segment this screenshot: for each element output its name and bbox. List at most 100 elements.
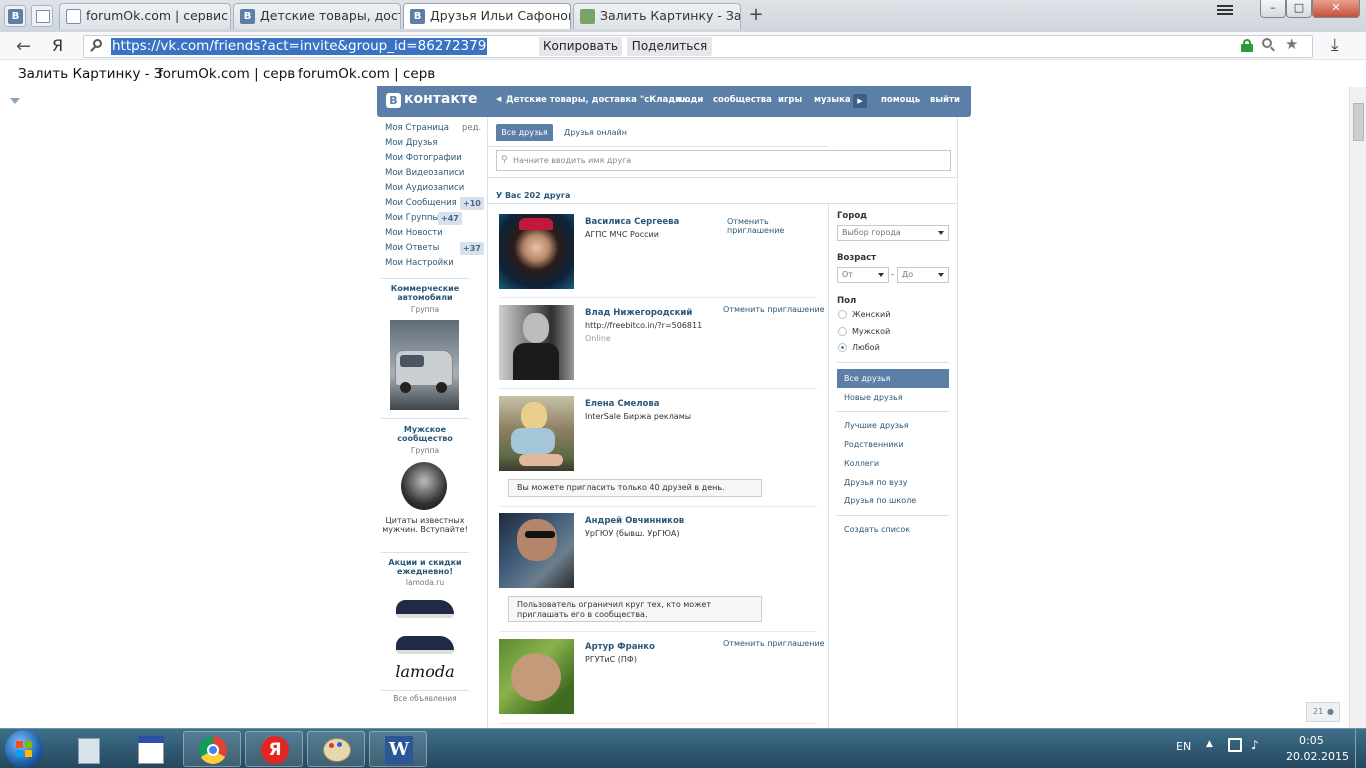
network-icon[interactable]	[1228, 738, 1242, 752]
bookmark-zalit[interactable]: Залить Картинку - З	[18, 66, 163, 82]
filter-school[interactable]: Друзья по школе	[844, 496, 916, 505]
tab-friends-online[interactable]: Друзья онлайн	[564, 128, 627, 137]
clock-time[interactable]: 0:05	[1299, 734, 1324, 747]
friend-name[interactable]: Василиса Сергеева	[585, 217, 679, 227]
tab-forumok[interactable]: forumOk.com | сервис	[59, 3, 231, 29]
ad-title-men[interactable]: Мужское сообщество	[380, 425, 470, 443]
nav-group-link[interactable]: Детские товары, доставка "сКлади...	[506, 95, 691, 105]
language-indicator[interactable]: EN	[1176, 740, 1191, 753]
nav-music[interactable]: музыка	[814, 95, 851, 105]
scrollbar-thumb[interactable]	[1353, 103, 1364, 141]
age-to-select[interactable]: До	[897, 267, 949, 283]
nav-forward-icon[interactable]: ▶	[853, 94, 867, 108]
zoom-icon[interactable]	[1262, 38, 1276, 52]
yandex-icon[interactable]: Я	[245, 731, 303, 767]
vk-logo-text[interactable]: контакте	[404, 91, 477, 107]
notepad-icon[interactable]	[121, 731, 179, 767]
nav-people[interactable]: люди	[676, 95, 703, 105]
new-tab-button[interactable]: +	[746, 4, 766, 26]
nav-logout[interactable]: выйти	[930, 95, 960, 105]
menu-item-my-page[interactable]: Моя Страница ред.	[385, 121, 485, 136]
back-arrow-icon[interactable]: ←	[16, 36, 31, 57]
star-icon[interactable]: ★	[1285, 35, 1298, 53]
ad-title-lamoda[interactable]: Акции и скидки ежедневно!	[380, 558, 470, 576]
start-button[interactable]	[5, 730, 43, 768]
bookmark-forumok-1[interactable]: forumOk.com | серв	[158, 66, 295, 82]
menu-label[interactable]: Мои Группы	[385, 213, 439, 223]
filter-new-friends[interactable]: Новые друзья	[844, 393, 903, 402]
maximize-button[interactable]: □	[1286, 0, 1312, 18]
clock-date[interactable]: 20.02.2015	[1286, 750, 1349, 763]
friend-photo[interactable]	[499, 214, 574, 289]
friend-info[interactable]: http://freebitco.in/?r=506811	[585, 321, 702, 330]
nav-games[interactable]: игры	[778, 95, 802, 105]
filter-university[interactable]: Друзья по вузу	[844, 478, 908, 487]
volume-icon[interactable]: ♪	[1251, 738, 1259, 752]
people-counter[interactable]: 21 ●	[1306, 702, 1340, 722]
menu-item-audio[interactable]: Мои Аудиозаписи	[385, 181, 485, 196]
city-select[interactable]: Выбор города	[837, 225, 949, 241]
copy-button[interactable]: Копировать	[539, 37, 622, 56]
ad-image-sneakers[interactable]: lamoda	[392, 594, 458, 688]
menu-item-answers[interactable]: Мои Ответы +37	[385, 241, 485, 256]
vertical-scrollbar[interactable]	[1349, 87, 1366, 728]
share-button[interactable]: Поделиться	[627, 37, 712, 56]
friend-name[interactable]: Артур Франко	[585, 642, 655, 652]
radio-any-label[interactable]: Любой	[852, 343, 880, 352]
nav-communities[interactable]: сообщества	[713, 95, 772, 105]
word-icon[interactable]: W	[369, 731, 427, 767]
menu-item-videos[interactable]: Мои Видеозаписи	[385, 166, 485, 181]
menu-label[interactable]: Моя Страница	[385, 123, 449, 133]
menu-item-friends[interactable]: Мои Друзья	[385, 136, 485, 151]
menu-label[interactable]: Мои Ответы	[385, 243, 439, 253]
pinned-tab-vk[interactable]: В	[4, 5, 26, 27]
filter-best-friends[interactable]: Лучшие друзья	[844, 421, 909, 430]
ad-title-cars[interactable]: Коммерческие автомобили	[380, 284, 470, 302]
cancel-invite-link[interactable]: Отменить приглашение	[727, 217, 797, 235]
tab-druzya[interactable]: В Друзья Ильи Сафонова	[403, 3, 571, 29]
menu-item-settings[interactable]: Мои Настройки	[385, 256, 485, 271]
nav-help[interactable]: помощь	[881, 95, 920, 105]
tray-expand-icon[interactable]: ▲	[1206, 739, 1213, 749]
age-from-select[interactable]: От	[837, 267, 889, 283]
menu-item-photos[interactable]: Мои Фотографии	[385, 151, 485, 166]
page-arrow-icon[interactable]	[10, 98, 20, 104]
download-icon[interactable]: ⤓	[1331, 35, 1339, 55]
menu-label[interactable]: Мои Сообщения	[385, 198, 457, 208]
filter-colleagues[interactable]: Коллеги	[844, 459, 879, 468]
paint-icon[interactable]	[307, 731, 365, 767]
menu-item-groups[interactable]: Мои Группы +47	[385, 211, 485, 226]
friend-photo[interactable]	[499, 639, 574, 714]
chrome-icon[interactable]	[183, 731, 241, 767]
radio-female-label[interactable]: Женский	[852, 310, 890, 319]
filter-all-friends[interactable]: Все друзья	[837, 369, 949, 388]
friend-name[interactable]: Елена Смелова	[585, 399, 660, 409]
menu-icon[interactable]	[1213, 2, 1237, 18]
url-text[interactable]: https://vk.com/friends?act=invite&group_…	[111, 38, 488, 55]
cancel-invite-link[interactable]: Отменить приглашение	[723, 305, 825, 314]
calculator-icon[interactable]	[59, 731, 117, 767]
nav-back-arrow-icon[interactable]: ◀	[496, 95, 501, 103]
bookmark-forumok-2[interactable]: forumOk.com | серв	[298, 66, 435, 82]
menu-item-news[interactable]: Мои Новости	[385, 226, 485, 241]
friend-photo[interactable]	[499, 513, 574, 588]
vk-logo-icon[interactable]: В	[386, 93, 401, 108]
filter-relatives[interactable]: Родственники	[844, 440, 904, 449]
menu-item-messages[interactable]: Мои Сообщения +10	[385, 196, 485, 211]
ad-image-man[interactable]	[390, 461, 459, 511]
friend-photo[interactable]	[499, 305, 574, 380]
tab-all-friends[interactable]: Все друзья	[496, 124, 553, 141]
pinned-tab-2[interactable]	[31, 5, 53, 27]
show-desktop-button[interactable]	[1355, 729, 1366, 768]
minimize-button[interactable]: –	[1260, 0, 1286, 18]
yandex-button[interactable]: Я	[52, 36, 63, 55]
radio-female[interactable]	[838, 310, 847, 319]
friend-photo[interactable]	[499, 396, 574, 471]
radio-male-label[interactable]: Мужской	[852, 327, 890, 336]
friend-search-input[interactable]: ⚲ Начните вводить имя друга	[496, 150, 951, 171]
tab-detskie-tovary[interactable]: В Детские товары, доставк	[233, 3, 401, 29]
create-list-link[interactable]: Создать список	[844, 525, 910, 534]
all-ads-link[interactable]: Все объявления	[380, 694, 470, 703]
cancel-invite-link[interactable]: Отменить приглашение	[723, 639, 825, 648]
close-button[interactable]: ✕	[1312, 0, 1360, 18]
